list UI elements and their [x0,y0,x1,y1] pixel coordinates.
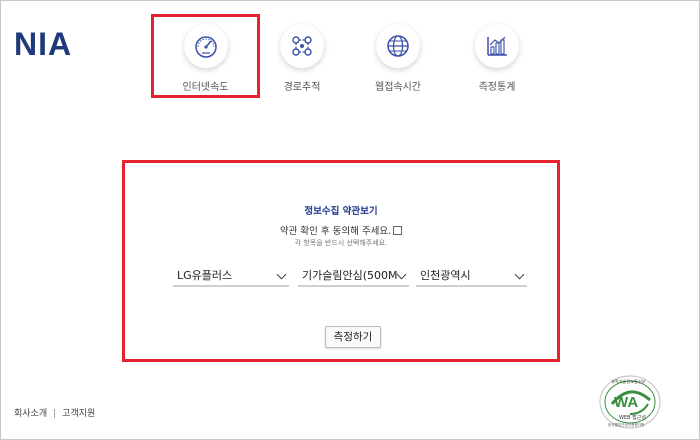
wa-org-text: 한국웹접근성인증평가원 [608,422,644,427]
agree-checkbox[interactable] [393,226,403,235]
route-trace-icon [280,24,324,68]
wa-web-text: WEB 접근성 [619,414,646,421]
isp-select-value: LG유플러스 [177,269,233,282]
statistics-chart-icon [475,24,519,68]
agree-row: 약관 확인 후 동의해 주세요. [125,223,557,237]
nia-logo[interactable]: NIA [14,26,72,63]
measure-button[interactable]: 측정하기 [325,326,381,348]
agree-hint: 각 항목을 반드시 선택해주세요. [294,239,388,247]
menu-internet-speed-label: 인터넷속도 [182,82,229,93]
globe-icon [376,24,420,68]
agree-label: 약관 확인 후 동의해 주세요. [279,226,392,237]
wa-logo-text: WA [614,394,638,411]
chevron-down-icon [514,269,525,280]
footer-separator: | [53,409,57,419]
terms-view-link[interactable]: 정보수집 약관보기 [125,203,557,217]
region-select-value: 인천광역시 [420,269,471,282]
menu-measurement-statistics-label: 측정통계 [478,82,516,93]
menu-route-trace[interactable]: 경로추적 [252,14,352,98]
menu-web-access-time-label: 웹접속시간 [375,82,421,93]
web-accessibility-badge: 과학기술정보통신부 WA WEB 접근성 한국웹접근성인증평가원 [598,374,662,430]
isp-select[interactable]: LG유플러스 [173,267,289,287]
plan-select-value: 기가슬림안심(500M [302,269,398,282]
svg-text:과학기술정보통신부: 과학기술정보통신부 [611,378,646,385]
speedometer-icon [183,24,228,68]
measurement-form: 정보수집 약관보기 약관 확인 후 동의해 주세요. 각 항목을 반드시 선택해… [122,160,560,362]
menu-internet-speed[interactable]: 인터넷속도 [151,14,260,98]
menu-route-trace-label: 경로추적 [283,82,321,93]
footer-support-link[interactable]: 고객지원 [62,409,95,419]
footer-links: 회사소개 | 고객지원 [14,406,95,419]
menu-measurement-statistics[interactable]: 측정통계 [447,14,547,98]
chevron-down-icon [276,269,287,280]
menu-web-access-time[interactable]: 웹접속시간 [348,14,448,98]
chevron-down-icon [396,269,407,280]
footer-company-link[interactable]: 회사소개 [14,409,47,419]
region-select[interactable]: 인천광역시 [416,267,527,287]
plan-select[interactable]: 기가슬림안심(500M [298,267,409,287]
